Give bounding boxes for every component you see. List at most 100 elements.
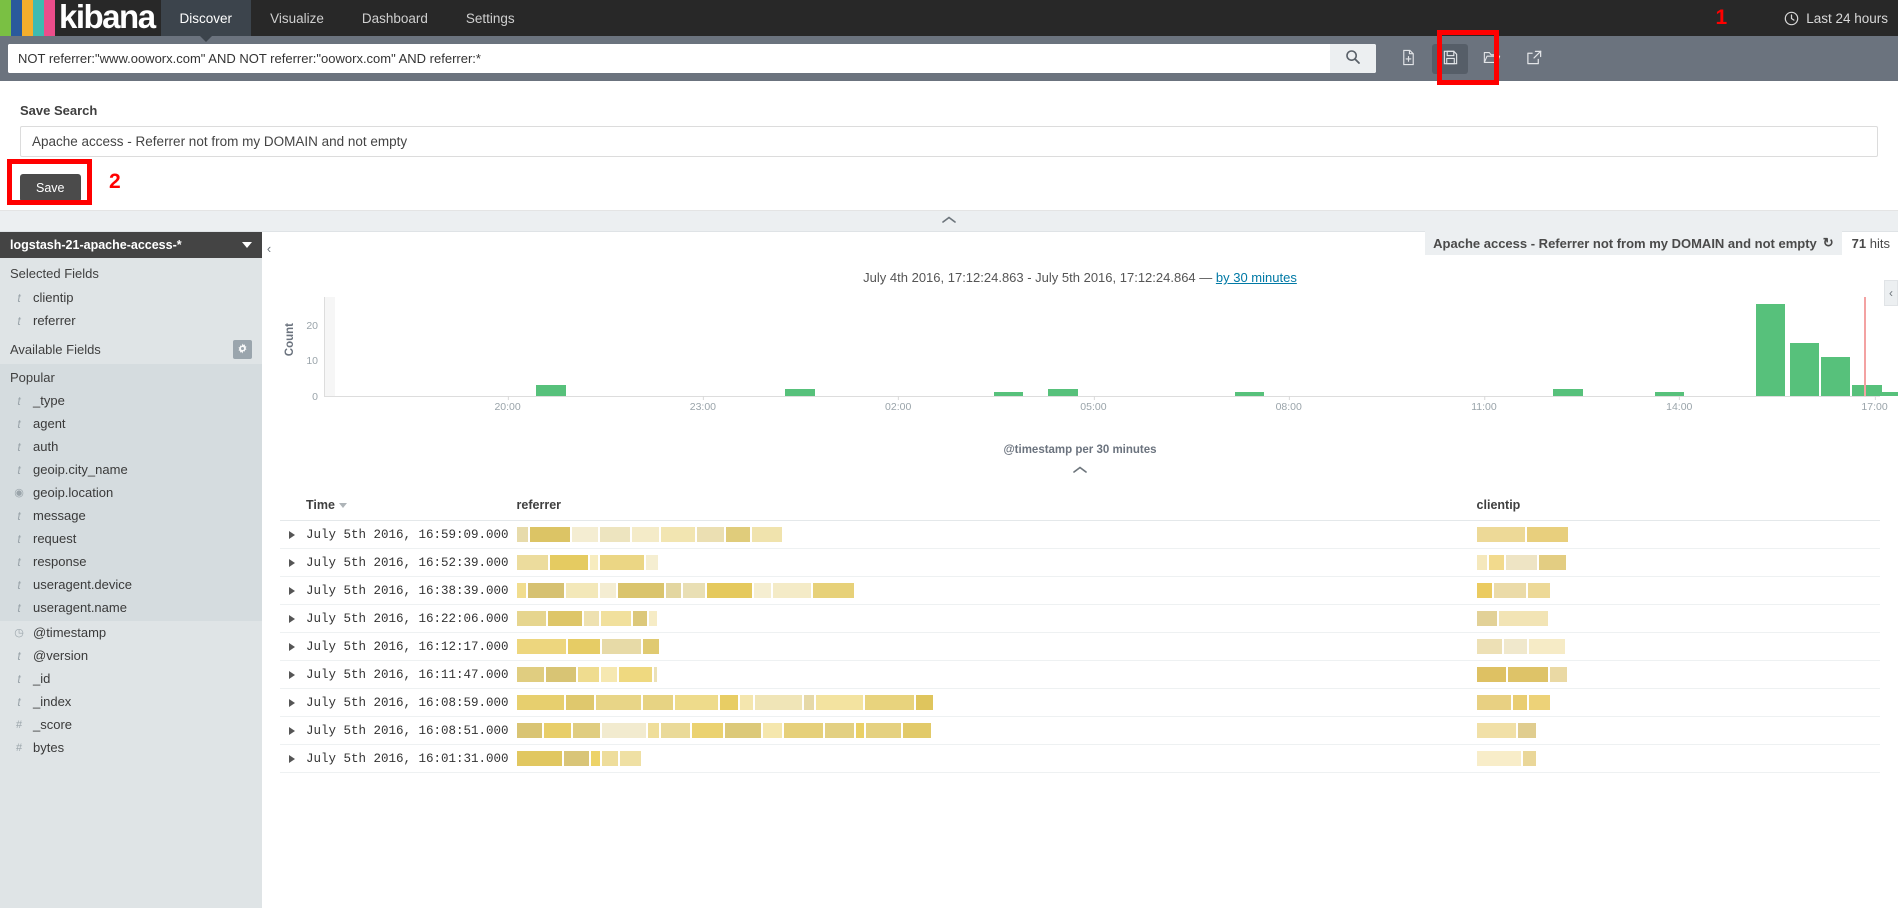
histogram-bar[interactable]: [993, 392, 1024, 396]
expand-row-icon[interactable]: [289, 530, 295, 539]
field-item-useragent-device[interactable]: t useragent.device: [0, 573, 262, 596]
table-row[interactable]: July 5th 2016, 16:38:39.000: [280, 576, 1880, 605]
expand-row-icon[interactable]: [289, 726, 295, 735]
expand-cell[interactable]: [280, 576, 302, 605]
histogram-bar[interactable]: [536, 385, 566, 396]
expand-row-icon[interactable]: [289, 558, 295, 567]
collapse-sidebar-button[interactable]: ‹: [262, 237, 276, 259]
y-tick-20: 20: [306, 319, 318, 332]
field-item-auth[interactable]: t auth: [0, 435, 262, 458]
expand-row-icon[interactable]: [289, 698, 295, 707]
table-row[interactable]: July 5th 2016, 16:59:09.000: [280, 520, 1880, 549]
expand-row-icon[interactable]: [289, 642, 295, 651]
column-header-time-label: Time: [306, 498, 335, 512]
save-search-name-input[interactable]: [20, 126, 1878, 157]
interval-link[interactable]: by 30 minutes: [1216, 270, 1297, 285]
string-field-icon: t: [17, 462, 21, 477]
field-sidebar: logstash-21-apache-access-* Selected Fie…: [0, 232, 262, 908]
histogram-bar[interactable]: [1789, 342, 1820, 396]
histogram-bar[interactable]: [1553, 388, 1583, 396]
field-item-version[interactable]: t @version: [0, 644, 262, 667]
field-item-score[interactable]: # _score: [0, 713, 262, 736]
field-label: useragent.name: [33, 600, 127, 615]
tab-visualize[interactable]: Visualize: [251, 0, 343, 36]
field-item-geoip-location[interactable]: ◉ geoip.location: [0, 481, 262, 504]
table-row[interactable]: July 5th 2016, 16:22:06.000: [280, 604, 1880, 633]
cell-clientip: [1472, 632, 1880, 661]
expand-cell[interactable]: [280, 632, 302, 661]
histogram-bar[interactable]: [1234, 392, 1265, 396]
search-input[interactable]: [8, 44, 1330, 73]
cell-clientip: [1472, 576, 1880, 605]
time-range-summary: July 4th 2016, 17:12:24.863 - July 5th 2…: [262, 270, 1898, 285]
table-row[interactable]: July 5th 2016, 16:52:39.000: [280, 548, 1880, 577]
column-header-referrer[interactable]: referrer: [512, 490, 1473, 521]
redacted-value: [1476, 667, 1876, 682]
sort-descending-icon[interactable]: [338, 503, 347, 509]
expand-cell[interactable]: [280, 716, 302, 745]
expand-cell[interactable]: [280, 744, 302, 773]
search-submit-button[interactable]: [1330, 44, 1376, 73]
chart-plot-area[interactable]: [324, 297, 1898, 397]
new-search-button[interactable]: [1390, 44, 1426, 74]
field-item-geoip-city-name[interactable]: t geoip.city_name: [0, 458, 262, 481]
expand-row-icon[interactable]: [289, 586, 295, 595]
expand-cell[interactable]: [280, 520, 302, 549]
redacted-value: [1476, 639, 1876, 654]
field-item-index[interactable]: t _index: [0, 690, 262, 713]
expand-cell[interactable]: [280, 548, 302, 577]
open-search-button[interactable]: [1474, 44, 1510, 74]
time-picker-label[interactable]: Last 24 hours: [1806, 11, 1888, 26]
expand-cell[interactable]: [280, 604, 302, 633]
field-label: _type: [33, 393, 65, 408]
save-button[interactable]: Save: [20, 174, 81, 202]
field-item-referrer[interactable]: t referrer: [0, 309, 262, 332]
table-row[interactable]: July 5th 2016, 16:12:17.000: [280, 632, 1880, 661]
cell-clientip: [1472, 604, 1880, 633]
field-item-agent[interactable]: t agent: [0, 412, 262, 435]
redacted-value: [516, 639, 1469, 654]
refresh-icon[interactable]: ↻: [1823, 235, 1834, 251]
share-search-button[interactable]: [1516, 44, 1552, 74]
field-item-clientip[interactable]: t clientip: [0, 286, 262, 309]
field-item-useragent-name[interactable]: t useragent.name: [0, 596, 262, 619]
histogram-bar[interactable]: [1048, 388, 1078, 396]
field-item-response[interactable]: t response: [0, 550, 262, 573]
field-label: clientip: [33, 290, 74, 305]
histogram-bar[interactable]: [1755, 304, 1786, 396]
string-field-icon: t: [17, 694, 21, 709]
string-field-icon: t: [17, 313, 21, 328]
field-item-message[interactable]: t message: [0, 504, 262, 527]
histogram-bar[interactable]: [1820, 357, 1851, 396]
tab-dashboard[interactable]: Dashboard: [343, 0, 447, 36]
expand-cell[interactable]: [280, 688, 302, 717]
collapse-save-panel-button[interactable]: [0, 211, 1898, 232]
column-header-time[interactable]: Time: [302, 490, 513, 521]
table-row[interactable]: July 5th 2016, 16:01:31.000: [280, 744, 1880, 773]
x-axis-ticks: 20:00 23:00 02:00 05:00 08:00 11:00 14:00 17:00: [324, 396, 1888, 417]
table-row[interactable]: July 5th 2016, 16:08:59.000: [280, 688, 1880, 717]
expand-right-panel-button[interactable]: ‹: [1884, 280, 1898, 306]
tab-discover[interactable]: Discover: [160, 0, 252, 42]
tab-settings[interactable]: Settings: [447, 0, 534, 36]
histogram-bar[interactable]: [785, 388, 815, 396]
table-row[interactable]: July 5th 2016, 16:08:51.000: [280, 716, 1880, 745]
table-row[interactable]: July 5th 2016, 16:11:47.000: [280, 660, 1880, 689]
expand-cell[interactable]: [280, 660, 302, 689]
expand-row-icon[interactable]: [289, 614, 295, 623]
field-item-_type[interactable]: t _type: [0, 389, 262, 412]
logo-wordmark: kibana: [59, 0, 156, 35]
field-settings-button[interactable]: [233, 340, 252, 359]
histogram-chart: Count 0 10 20 20:00 23:00 02:00 05:00 08:00 1…: [280, 297, 1898, 422]
field-item-bytes[interactable]: # bytes: [0, 736, 262, 759]
field-item-id[interactable]: t _id: [0, 667, 262, 690]
expand-row-icon[interactable]: [289, 754, 295, 763]
cell-referrer: [512, 520, 1473, 549]
field-item-timestamp[interactable]: ◷ @timestamp: [0, 621, 262, 644]
expand-row-icon[interactable]: [289, 670, 295, 679]
collapse-chart-button[interactable]: [262, 462, 1898, 480]
save-search-button[interactable]: [1432, 43, 1468, 74]
column-header-clientip[interactable]: clientip: [1472, 490, 1880, 521]
index-pattern-selector[interactable]: logstash-21-apache-access-*: [0, 232, 262, 258]
field-item-request[interactable]: t request: [0, 527, 262, 550]
